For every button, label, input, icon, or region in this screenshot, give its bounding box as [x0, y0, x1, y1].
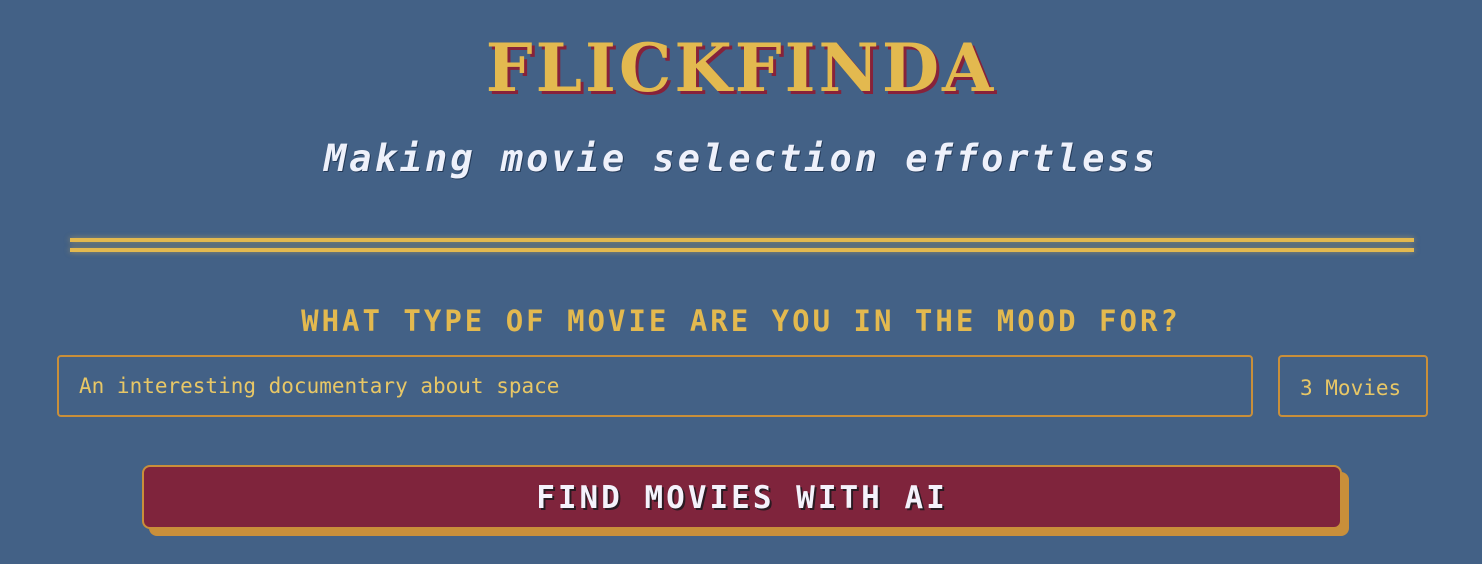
movie-count-select[interactable]: 3 Movies: [1278, 355, 1428, 417]
header-divider-top: [70, 238, 1414, 242]
find-movies-button[interactable]: FIND MOVIES WITH AI: [142, 465, 1342, 529]
mood-prompt-label: WHAT TYPE OF MOVIE ARE YOU IN THE MOOD F…: [301, 304, 1181, 338]
header-divider-bottom: [70, 248, 1414, 252]
brand-title: FLICKFINDA: [485, 29, 997, 107]
tagline: Making movie selection effortless: [323, 137, 1159, 180]
mood-search-input[interactable]: [57, 355, 1253, 417]
